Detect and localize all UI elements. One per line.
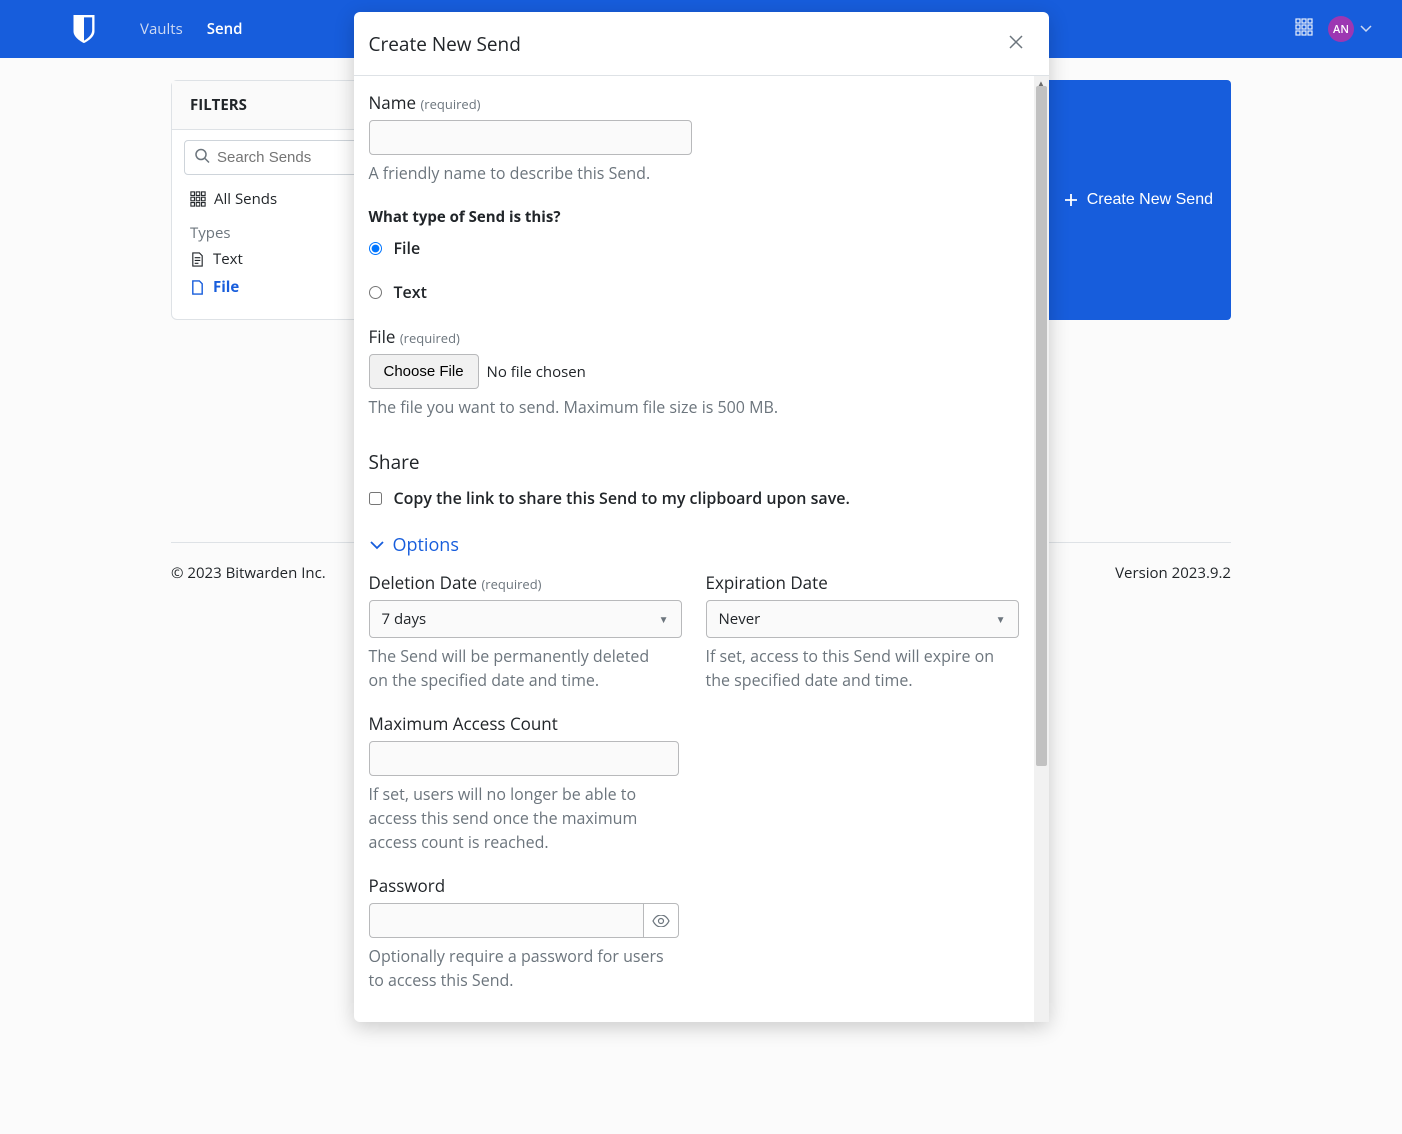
expiration-label: Expiration Date: [706, 571, 1019, 594]
eye-icon: [652, 915, 670, 927]
modal-backdrop: Create New Send Name (required) A friend…: [0, 0, 1402, 1134]
file-help: The file you want to send. Maximum file …: [369, 395, 1019, 419]
type-file-radio[interactable]: [369, 242, 382, 255]
name-label: Name (required): [369, 91, 1019, 114]
type-text-radio[interactable]: [369, 286, 382, 299]
share-heading: Share: [369, 449, 1019, 475]
options-label: Options: [393, 533, 459, 557]
copy-link-checkbox[interactable]: [369, 492, 382, 505]
scrollbar-thumb[interactable]: [1036, 86, 1047, 766]
expiration-help: If set, access to this Send will expire …: [706, 644, 1006, 692]
max-access-input[interactable]: [369, 741, 679, 776]
chevron-down-icon: [369, 539, 385, 551]
deletion-help: The Send will be permanently deleted on …: [369, 644, 669, 692]
create-send-modal: Create New Send Name (required) A friend…: [354, 12, 1049, 1022]
options-toggle[interactable]: Options: [369, 533, 1019, 557]
deletion-value: 7 days: [382, 609, 427, 629]
modal-title: Create New Send: [369, 31, 521, 57]
scrollbar[interactable]: ▲: [1034, 76, 1049, 1022]
type-text-label: Text: [394, 281, 427, 303]
expiration-value: Never: [719, 609, 761, 629]
max-access-label: Maximum Access Count: [369, 712, 679, 735]
caret-icon: ▼: [659, 612, 669, 626]
no-file-text: No file chosen: [487, 362, 586, 382]
choose-file-button[interactable]: Choose File: [369, 354, 479, 389]
name-input[interactable]: [369, 120, 692, 155]
type-file-label: File: [394, 237, 421, 259]
password-label: Password: [369, 874, 679, 897]
close-icon: [1007, 33, 1025, 51]
deletion-select[interactable]: 7 days ▼: [369, 600, 682, 638]
file-label: File (required): [369, 325, 1019, 348]
toggle-password-button[interactable]: [643, 903, 679, 938]
password-help: Optionally require a password for users …: [369, 944, 669, 992]
close-button[interactable]: [1003, 29, 1029, 58]
caret-icon: ▼: [996, 612, 1006, 626]
password-input[interactable]: [369, 903, 643, 938]
copy-link-label: Copy the link to share this Send to my c…: [394, 487, 850, 509]
expiration-select[interactable]: Never ▼: [706, 600, 1019, 638]
deletion-label: Deletion Date (required): [369, 571, 682, 594]
type-question: What type of Send is this?: [369, 207, 1019, 227]
name-help: A friendly name to describe this Send.: [369, 161, 1019, 185]
max-access-help: If set, users will no longer be able to …: [369, 782, 669, 854]
